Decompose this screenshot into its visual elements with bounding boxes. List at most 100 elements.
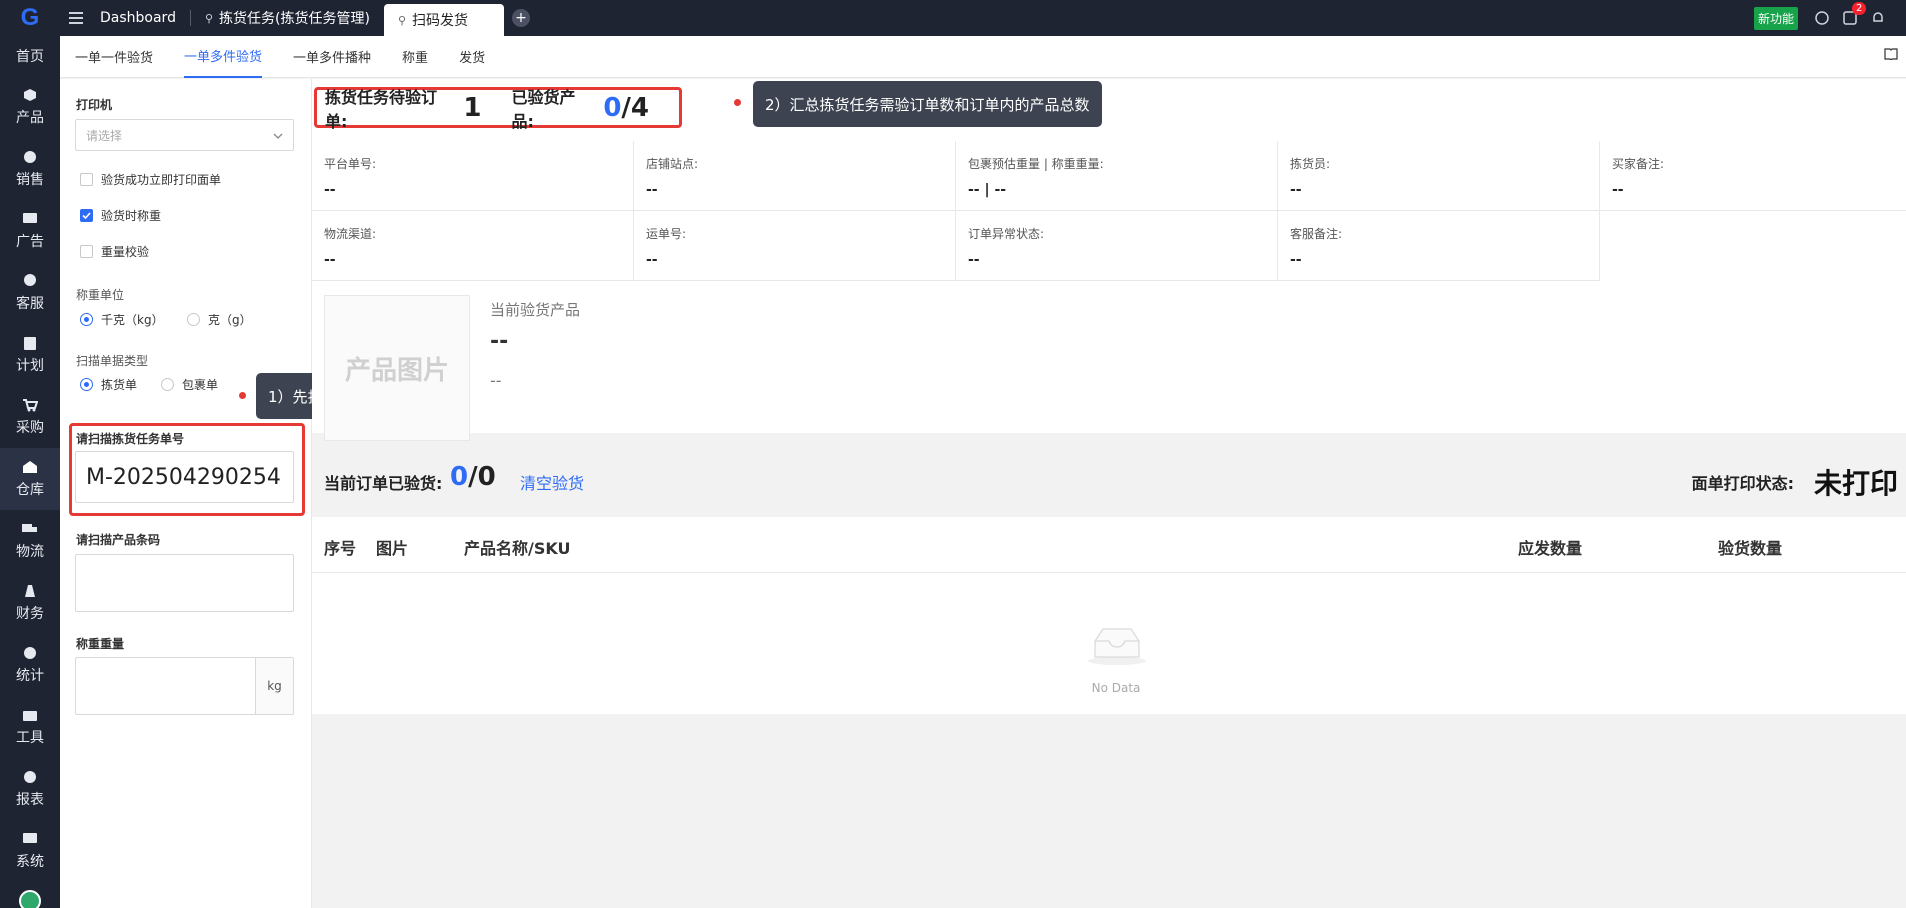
avatar[interactable] [19,890,41,908]
new-feature-button[interactable]: 新功能 [1753,6,1798,30]
no-data-text: No Data [1091,681,1141,695]
add-tab-button[interactable]: + [511,9,530,27]
empty-state: No Data [312,573,1906,714]
chat-icon [22,273,38,289]
stats-icon [22,645,38,661]
nav-item-home[interactable]: 首页 [0,36,60,76]
menu-toggle-icon[interactable] [60,0,92,36]
plan-icon [22,335,38,351]
info-channel: 物流渠道: -- [312,211,634,281]
tab-dashboard[interactable]: Dashboard [92,0,190,36]
sell-icon [22,149,38,165]
warehouse-icon [22,459,38,475]
tab-weigh[interactable]: 称重 [402,36,428,78]
nav-item-purchase[interactable]: 采购 [0,386,60,448]
weight-input[interactable] [76,658,255,714]
main-content: 拣货任务待验订单: 1 已验货产品: 0/4 平台单号: -- 店铺站点: -- 包… [312,79,1906,908]
tip1-marker [239,392,246,399]
printer-select[interactable]: 请选择 [75,119,294,151]
scan-type-package-radio[interactable]: 包裹单 [161,376,218,393]
current-product: 产品图片 当前验货产品 -- -- [312,281,1906,441]
tab-ship[interactable]: 发货 [459,36,485,78]
product-sku: -- [490,371,502,390]
toolbox-icon [22,707,38,723]
pending-orders-label: 拣货任务待验订单: [325,87,438,131]
info-buyer-note: 买家备注: -- [1600,141,1906,211]
table-header: 序号 图片 产品名称/SKU 应发数量 验货数量 [312,517,1906,573]
nav-item-report[interactable]: 报表 [0,758,60,820]
summary-highlight: 拣货任务待验订单: 1 已验货产品: 0/4 [314,87,682,131]
nav-item-ads[interactable]: 广告 [0,200,60,262]
summary-bar: 拣货任务待验订单: 1 已验货产品: 0/4 [312,79,1906,141]
weight-verify-checkbox[interactable]: 重量校验 [80,243,149,260]
side-nav: G 首页 产品 销售 广告 客服 计划 采购 仓库 物流 财务 统计 工具 报表… [0,0,60,908]
nav-item-tools[interactable]: 工具 [0,696,60,758]
print-on-success-checkbox[interactable]: 验货成功立即打印面单 [80,171,221,188]
col-ship-qty: 应发数量 [1518,539,1583,558]
print-status-value: 未打印 [1813,467,1898,500]
weight-field: kg [75,657,294,715]
system-icon [22,831,38,847]
order-status-bar: 当前订单已验货: 0/0 清空验货 面单打印状态: 未打印 [312,454,1906,510]
top-bar: Dashboard ⚲ 拣货任务(拣货任务管理) ⚲ 扫码发货 + 新功能 2 [60,0,1906,36]
printer-label: 打印机 [76,98,113,112]
ad-icon [22,211,38,227]
cart-icon [22,397,38,413]
print-status-label: 面单打印状态: [1691,474,1794,493]
nav-item-logistics[interactable]: 物流 [0,510,60,572]
clear-check-link[interactable]: 清空验货 [520,470,584,494]
tab-multi-check[interactable]: 一单多件验货 [184,36,263,78]
scan-barcode-input[interactable] [75,554,294,612]
checked-products-label: 已验货产品: [511,87,576,131]
help-icon[interactable] [1808,0,1836,36]
scan-type-pick-radio[interactable]: 拣货单 [80,376,137,393]
nav-item-plan[interactable]: 计划 [0,324,60,386]
check-icon [80,209,93,222]
nav-item-stats[interactable]: 统计 [0,634,60,696]
product-title: 当前验货产品 [490,301,581,319]
settings-panel: 打印机 请选择 验货成功立即打印面单 验货时称重 重量校验 称重单位 千克（kg… [60,79,312,908]
info-picker: 拣货员: -- [1278,141,1600,211]
book-icon[interactable] [1884,48,1898,64]
truck-icon [22,521,38,537]
product-name: -- [490,329,509,354]
more-icon[interactable] [1892,0,1906,36]
info-tracking: 运单号: -- [634,211,956,281]
tip2-marker [734,99,741,106]
scan-barcode-label: 请扫描产品条码 [76,533,161,547]
col-check-qty: 验货数量 [1718,539,1783,558]
info-shop: 店铺站点: -- [634,141,956,211]
nav-item-warehouse[interactable]: 仓库 [0,448,60,510]
nav-item-sales[interactable]: 销售 [0,138,60,200]
tab-scan-ship[interactable]: ⚲ 扫码发货 [383,4,504,36]
weight-unit: kg [255,658,293,714]
pie-icon [22,769,38,785]
tab-single-check[interactable]: 一单一件验货 [75,36,153,78]
nav-item-product[interactable]: 产品 [0,76,60,138]
scan-task-input[interactable]: M-202504290254 [75,451,294,503]
task-icon[interactable]: 2 [1836,0,1867,36]
tab-pick-task[interactable]: ⚲ 拣货任务(拣货任务管理) [191,0,384,36]
pending-orders-value: 1 [463,92,482,123]
nav-item-service[interactable]: 客服 [0,262,60,324]
empty-tray-icon [1087,623,1147,669]
info-cs-note: 客服备注: -- [1278,211,1600,281]
bell-icon[interactable] [1864,0,1892,36]
order-checked-value: 0/0 [450,462,496,492]
nav-item-finance[interactable]: 财务 [0,572,60,634]
app-logo[interactable]: G [0,0,60,36]
unit-g-radio[interactable]: 克（g） [187,311,252,328]
order-checked-label: 当前订单已验货: [324,474,443,493]
sub-tabs: 一单一件验货 一单多件验货 一单多件播种 称重 发货 [60,36,1906,78]
nav-item-system[interactable]: 系统 [0,820,60,882]
pin-icon: ⚲ [204,11,214,25]
unit-kg-radio[interactable]: 千克（kg） [80,311,164,328]
tip-summary: 2）汇总拣货任务需验订单数和订单内的产品总数 [753,81,1102,127]
cube-icon [22,87,38,103]
weigh-on-check-checkbox[interactable]: 验货时称重 [80,207,161,224]
checked-products-value: 0/4 [603,92,649,123]
col-image: 图片 [376,539,409,558]
chevron-down-icon [273,128,283,142]
tab-multi-sow[interactable]: 一单多件播种 [293,36,371,78]
scan-task-label: 请扫描拣货任务单号 [76,432,185,446]
